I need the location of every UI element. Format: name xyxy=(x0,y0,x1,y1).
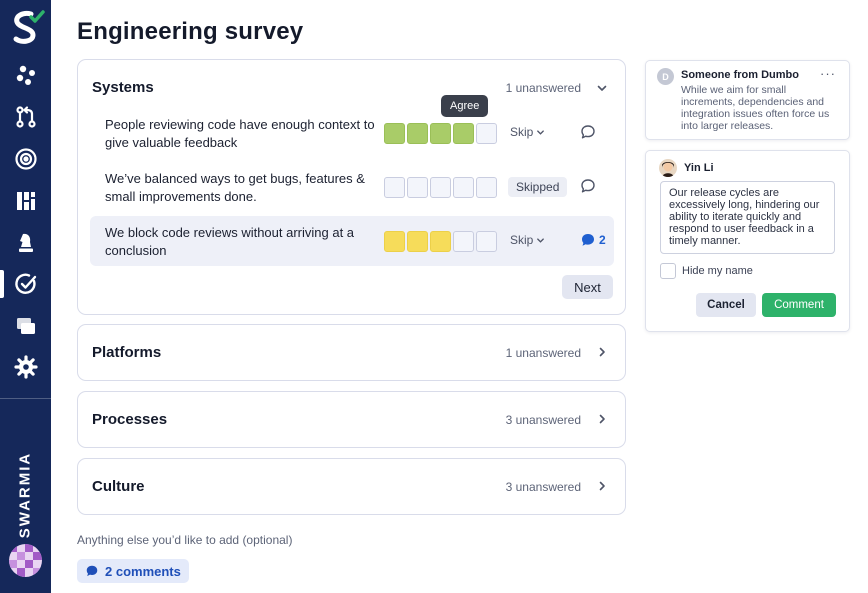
skip-label: Skip xyxy=(510,125,534,139)
optional-comment-label: Anything else you’d like to add (optiona… xyxy=(77,533,293,547)
comment-icon[interactable] xyxy=(580,178,596,194)
chevron-right-icon[interactable] xyxy=(595,345,609,359)
chevron-down-icon xyxy=(537,129,545,135)
layers-icon xyxy=(17,318,35,334)
cancel-button[interactable]: Cancel xyxy=(696,293,756,317)
sidebar-divider xyxy=(0,398,51,399)
skipped-badge[interactable]: Skipped xyxy=(508,177,568,197)
rating-option-1[interactable] xyxy=(384,123,405,144)
skip-dropdown[interactable]: Skip xyxy=(510,233,545,247)
comment-compose-card: Yin Li Our release cycles are excessivel… xyxy=(645,150,850,332)
section-culture[interactable]: Culture 3 unanswered xyxy=(77,458,626,515)
comment-author: Someone from Dumbo xyxy=(681,69,799,81)
nav-active-indicator xyxy=(0,270,4,298)
nav-dashboard[interactable] xyxy=(10,185,42,217)
section-title: Culture xyxy=(92,478,145,495)
rating-option-1[interactable] xyxy=(384,231,405,252)
rating-option-5[interactable] xyxy=(476,231,497,252)
comments-label: 2 comments xyxy=(105,563,181,579)
question-row: People reviewing code have enough contex… xyxy=(90,108,614,158)
rating-option-5[interactable] xyxy=(476,123,497,144)
more-options-icon[interactable]: ··· xyxy=(820,66,836,81)
hide-name-label[interactable]: Hide my name xyxy=(682,265,753,277)
rating-option-2[interactable] xyxy=(407,231,428,252)
chevron-right-icon[interactable] xyxy=(595,412,609,426)
rating-option-3[interactable] xyxy=(430,177,451,198)
app-root: SWARMIA Engineering survey Systems 1 una… xyxy=(0,0,868,593)
rating-option-2[interactable] xyxy=(407,177,428,198)
nav-cluster[interactable] xyxy=(10,59,42,91)
chevron-right-icon[interactable] xyxy=(595,479,609,493)
rating-option-3[interactable] xyxy=(430,231,451,252)
user-avatar xyxy=(659,159,677,177)
rating-scale xyxy=(384,123,497,144)
rating-option-2[interactable] xyxy=(407,123,428,144)
rating-option-4[interactable] xyxy=(453,231,474,252)
question-row-active: We block code reviews without arriving a… xyxy=(90,216,614,266)
rating-option-1[interactable] xyxy=(384,177,405,198)
comment-count[interactable]: 2 xyxy=(599,233,606,247)
chess-piece-icon xyxy=(19,233,33,252)
question-text: We block code reviews without arriving a… xyxy=(105,225,355,258)
avatar-pattern-icon xyxy=(9,544,42,577)
page-title: Engineering survey xyxy=(77,18,304,45)
dashboard-icon xyxy=(17,192,35,210)
sidebar: SWARMIA xyxy=(0,0,51,593)
rating-option-4[interactable] xyxy=(453,177,474,198)
rating-scale xyxy=(384,231,497,252)
commenter-avatar: D xyxy=(657,68,674,85)
comments-button[interactable]: 2 comments xyxy=(77,559,189,583)
cluster-icon xyxy=(16,65,35,85)
question-text: We’ve balanced ways to get bugs, feature… xyxy=(105,171,365,204)
comment-textarea[interactable]: Our release cycles are excessively long,… xyxy=(660,181,835,254)
next-button[interactable]: Next xyxy=(562,275,613,299)
nav-layers[interactable] xyxy=(10,310,42,342)
brand-wordmark: SWARMIA xyxy=(16,451,34,539)
question-row: We’ve balanced ways to get bugs, feature… xyxy=(90,162,614,212)
hide-name-checkbox[interactable] xyxy=(660,263,676,279)
section-processes[interactable]: Processes 3 unanswered xyxy=(77,391,626,448)
person-photo-icon xyxy=(659,159,677,177)
skip-label: Skip xyxy=(510,233,534,247)
unanswered-count: 1 unanswered xyxy=(505,346,581,360)
swarmia-logo-icon[interactable] xyxy=(9,8,45,46)
comment-card: D Someone from Dumbo ··· While we aim fo… xyxy=(645,60,850,140)
section-platforms[interactable]: Platforms 1 unanswered xyxy=(77,324,626,381)
chevron-down-icon[interactable] xyxy=(595,81,609,95)
user-avatar[interactable] xyxy=(9,544,42,577)
comment-icon[interactable] xyxy=(580,124,596,140)
compose-author: Yin Li xyxy=(684,162,714,174)
section-title: Systems xyxy=(92,79,154,96)
nav-pull-requests[interactable] xyxy=(10,101,42,133)
nav-strategy[interactable] xyxy=(10,227,42,259)
question-text: People reviewing code have enough contex… xyxy=(105,117,375,150)
unanswered-count: 1 unanswered xyxy=(505,81,581,95)
submit-comment-button[interactable]: Comment xyxy=(762,293,836,317)
skip-dropdown[interactable]: Skip xyxy=(510,125,545,139)
nav-settings[interactable] xyxy=(10,351,42,383)
nav-surveys[interactable] xyxy=(10,268,42,300)
section-title: Processes xyxy=(92,411,168,428)
rating-option-5[interactable] xyxy=(476,177,497,198)
unanswered-count: 3 unanswered xyxy=(505,480,581,494)
section-systems: Systems 1 unanswered People reviewing co… xyxy=(77,59,626,315)
survey-check-icon xyxy=(15,273,37,294)
comment-filled-icon xyxy=(86,565,98,577)
target-icon xyxy=(15,148,37,170)
unanswered-count: 3 unanswered xyxy=(505,413,581,427)
pull-request-icon xyxy=(16,106,36,128)
section-title: Platforms xyxy=(92,344,162,361)
rating-option-3[interactable] xyxy=(430,123,451,144)
rating-option-4[interactable] xyxy=(453,123,474,144)
comment-text: While we aim for small increments, depen… xyxy=(681,84,830,132)
rating-tooltip: Agree xyxy=(441,95,489,117)
nav-goals[interactable] xyxy=(10,143,42,175)
gear-icon xyxy=(14,355,38,379)
rating-scale xyxy=(384,177,497,198)
comment-filled-icon[interactable] xyxy=(580,232,596,248)
chevron-down-icon xyxy=(537,237,545,243)
